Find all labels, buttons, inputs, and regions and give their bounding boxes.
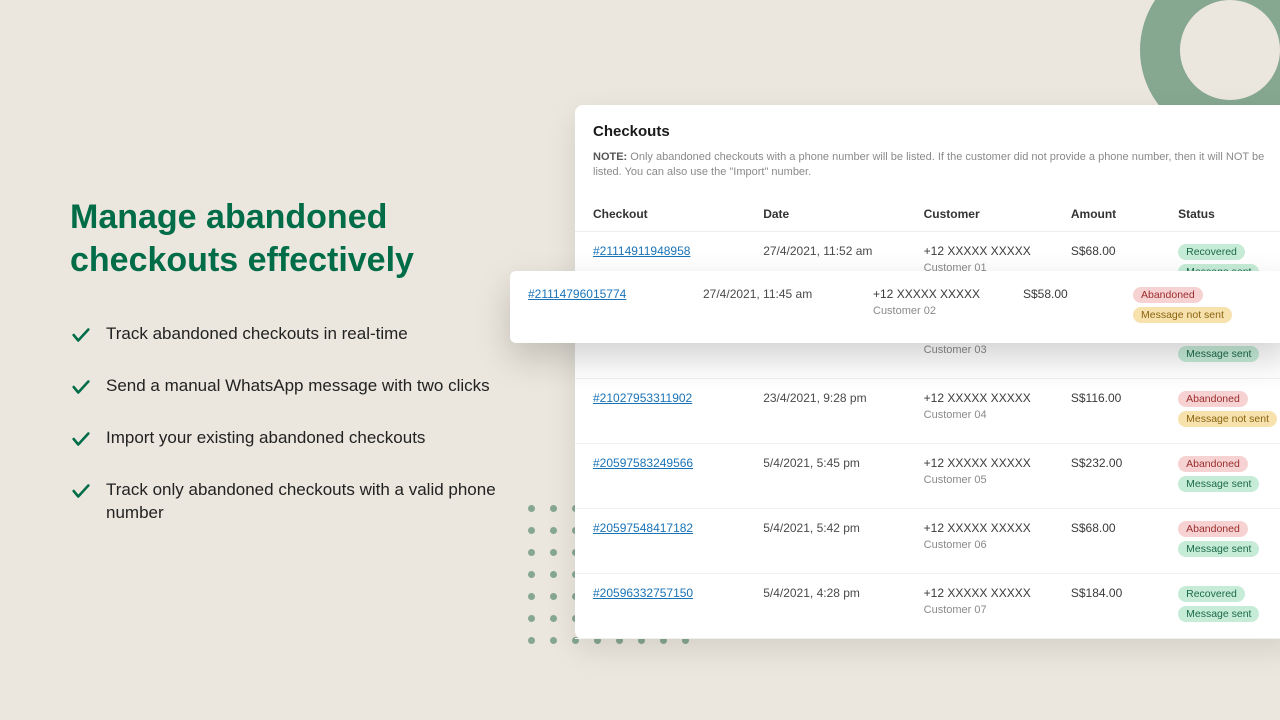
check-icon [70,428,92,457]
note-text: Only abandoned checkouts with a phone nu… [593,151,1264,178]
status-badge: Abandoned [1178,456,1248,472]
check-icon [70,480,92,509]
cell-amount: S$184.00 [1053,574,1160,639]
check-icon [70,376,92,405]
cell-amount: S$58.00 [1023,287,1133,301]
cell-customer-name: Customer 07 [924,604,1035,616]
cell-date: 5/4/2021, 4:28 pm [745,574,905,639]
status-badge: Message not sent [1178,411,1277,427]
panel-note: NOTE: Only abandoned checkouts with a ph… [575,150,1280,197]
cell-customer-name: Customer 04 [924,409,1035,421]
checkout-link[interactable]: #21114796015774 [528,287,626,301]
status-badge: Message sent [1178,606,1259,622]
table-row[interactable]: #20597548417182 5/4/2021, 5:42 pm +12 XXXX… [575,509,1280,574]
cell-amount: S$116.00 [1053,379,1160,444]
cell-date: 5/4/2021, 5:42 pm [745,509,905,574]
page-headline: Manage abandoned checkouts effectively [70,196,500,281]
checkout-link[interactable]: #21114911948958 [593,244,690,258]
note-label: NOTE: [593,151,627,163]
cell-phone: +12 XXXXX XXXXX [873,287,1023,301]
highlighted-row[interactable]: #21114796015774 27/4/2021, 11:45 am +12 … [510,271,1280,343]
cell-customer-name: Customer 06 [924,539,1035,551]
cell-phone: +12 XXXXX XXXXX [924,586,1035,600]
status-badge: Abandoned [1178,521,1248,537]
table-row[interactable]: #21027953311902 23/4/2021, 9:28 pm +12 XXX… [575,379,1280,444]
col-amount: Amount [1053,197,1160,232]
col-date: Date [745,197,905,232]
checkout-link[interactable]: #20597583249566 [593,456,693,470]
checkout-link[interactable]: #20597548417182 [593,521,693,535]
cell-customer-name: Customer 05 [924,474,1035,486]
status-badge: Message sent [1178,476,1259,492]
marketing-panel: Manage abandoned checkouts effectively T… [70,196,500,547]
status-badge: Message sent [1178,541,1259,557]
cell-phone: +12 XXXXX XXXXX [924,244,1035,258]
bullet-text: Import your existing abandoned checkouts [106,427,425,450]
bullet-item: Track abandoned checkouts in real-time [70,323,500,353]
check-icon [70,324,92,353]
status-badge: Message sent [1178,346,1259,362]
checkout-link[interactable]: #20596332757150 [593,586,693,600]
status-badge: Abandoned [1178,391,1248,407]
cell-date: 5/4/2021, 5:45 pm [745,444,905,509]
cell-phone: +12 XXXXX XXXXX [924,456,1035,470]
panel-title: Checkouts [575,123,1280,150]
status-badge: Recovered [1178,586,1245,602]
cell-phone: +12 XXXXX XXXXX [924,391,1035,405]
table-row[interactable]: #20596332757150 5/4/2021, 4:28 pm +12 XXXX… [575,574,1280,639]
checkouts-panel: Checkouts NOTE: Only abandoned checkouts… [575,105,1280,639]
bullet-text: Send a manual WhatsApp message with two … [106,375,490,398]
bullet-item: Send a manual WhatsApp message with two … [70,375,500,405]
cell-date: 27/4/2021, 11:45 am [703,287,873,301]
col-checkout: Checkout [575,197,745,232]
bullet-text: Track only abandoned checkouts with a va… [106,479,500,525]
cell-phone: +12 XXXXX XXXXX [924,521,1035,535]
status-badge: Message not sent [1133,307,1232,323]
bullet-item: Track only abandoned checkouts with a va… [70,479,500,525]
status-badge: Recovered [1178,244,1245,260]
status-badge: Abandoned [1133,287,1203,303]
cell-date: 23/4/2021, 9:28 pm [745,379,905,444]
bullet-text: Track abandoned checkouts in real-time [106,323,408,346]
bullet-item: Import your existing abandoned checkouts [70,427,500,457]
table-row[interactable]: #20597583249566 5/4/2021, 5:45 pm +12 XXXX… [575,444,1280,509]
cell-customer-name: Customer 03 [924,344,1035,356]
cell-amount: S$232.00 [1053,444,1160,509]
cell-customer-name: Customer 02 [873,305,1023,317]
checkouts-table: Checkout Date Customer Amount Status #21… [575,197,1280,640]
checkout-link[interactable]: #21027953311902 [593,391,692,405]
cell-amount: S$68.00 [1053,509,1160,574]
col-status: Status [1160,197,1280,232]
col-customer: Customer [906,197,1053,232]
